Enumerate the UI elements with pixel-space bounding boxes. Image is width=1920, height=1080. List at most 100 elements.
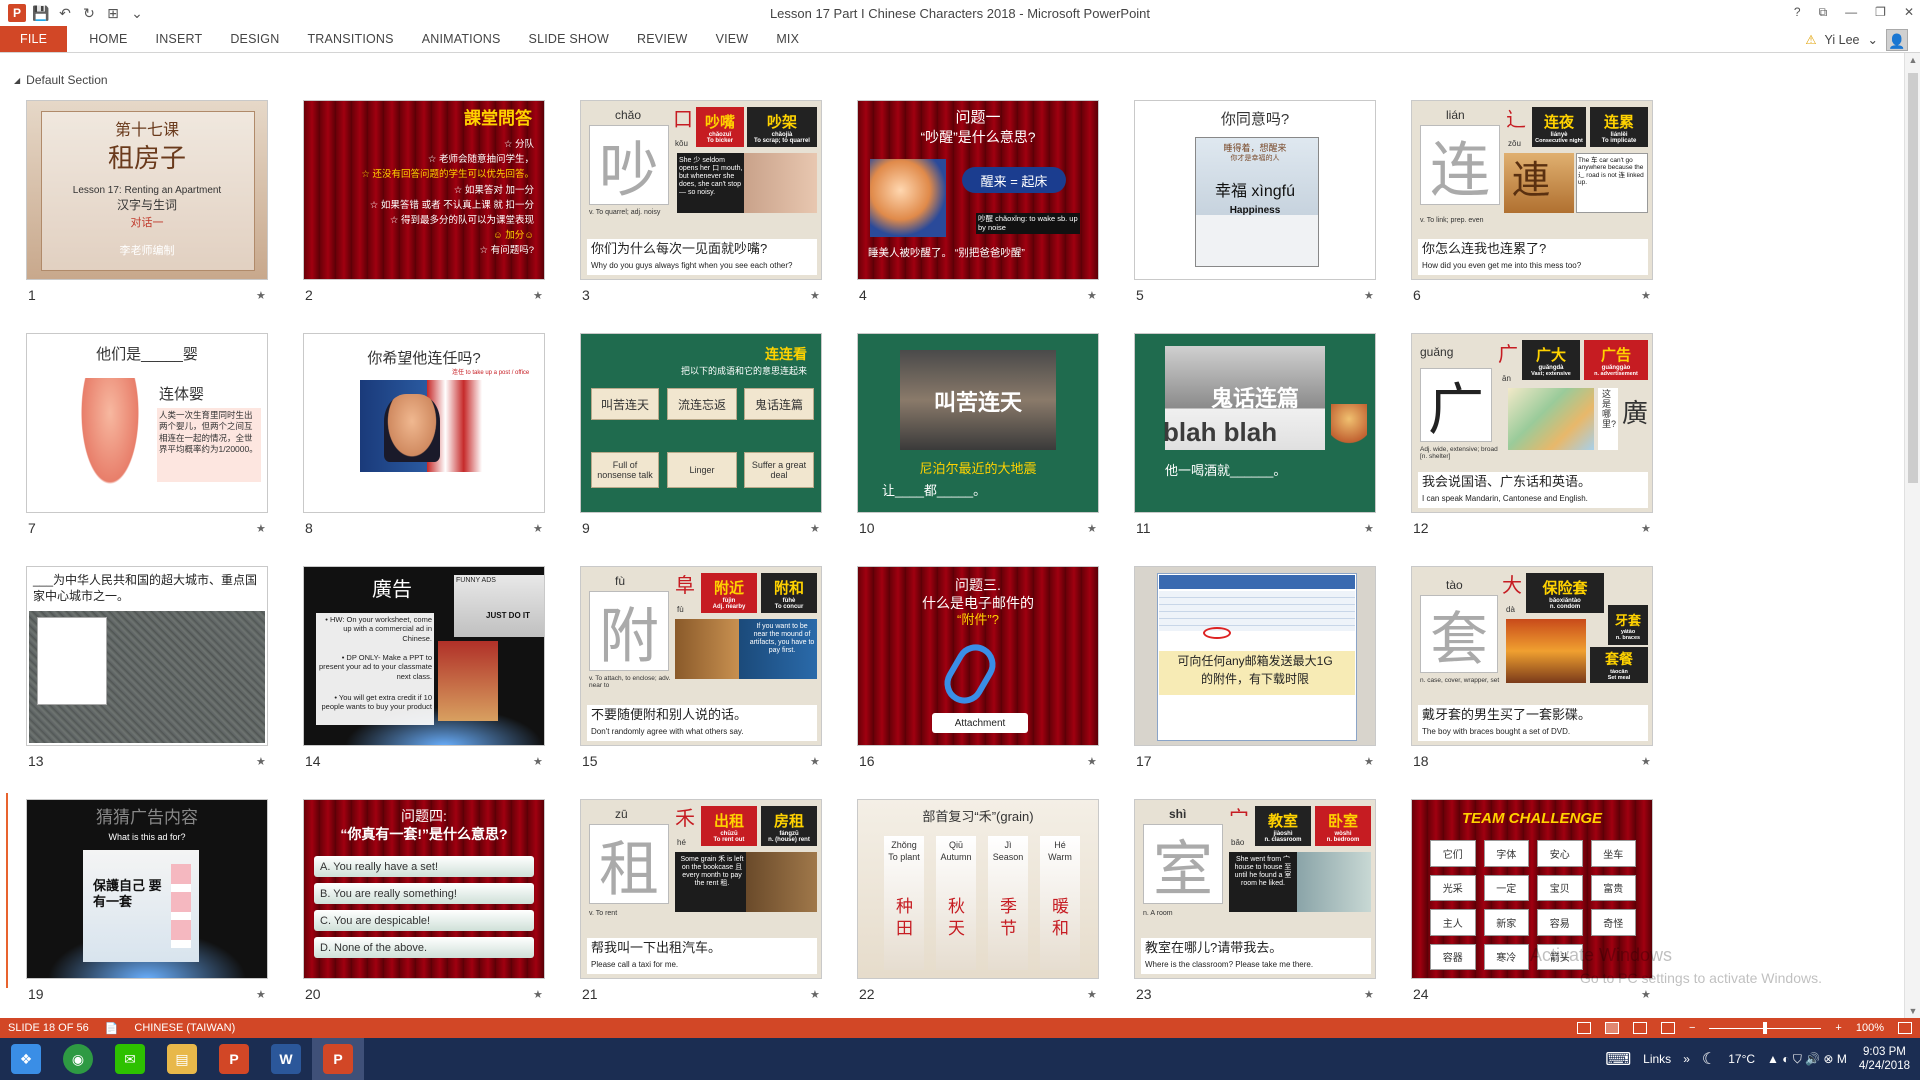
user-name[interactable]: Yi Lee	[1825, 33, 1860, 47]
clock[interactable]: 9:03 PM 4/24/2018	[1859, 1045, 1910, 1074]
star-icon[interactable]: ★	[256, 522, 266, 535]
star-icon[interactable]: ★	[1087, 755, 1097, 768]
chevron-right-icon[interactable]: »	[1683, 1052, 1690, 1066]
links-toolbar[interactable]: Links	[1643, 1052, 1671, 1066]
zoom-out-button[interactable]: −	[1689, 1022, 1695, 1034]
wechat-icon[interactable]: ✉	[115, 1044, 145, 1074]
star-icon[interactable]: ★	[1641, 289, 1651, 302]
star-icon[interactable]: ★	[1641, 988, 1651, 1001]
zoom-level[interactable]: 100%	[1856, 1022, 1884, 1034]
star-icon[interactable]: ★	[1364, 988, 1374, 1001]
taskbar-explorer[interactable]: ▤	[156, 1038, 208, 1080]
collapse-section-icon[interactable]: ◢	[14, 76, 20, 85]
save-icon[interactable]: 💾	[32, 4, 50, 22]
help-icon[interactable]: ?	[1794, 5, 1801, 19]
slide-thumbnail-22[interactable]: 部首复习“禾”(grain) Zhǒng To plant 种田 Qiū Aut…	[857, 799, 1099, 979]
slide-thumbnail-14[interactable]: 廣告 FUNNY ADS JUST DO IT • HW: On your wo…	[303, 566, 545, 746]
star-icon[interactable]: ★	[1087, 522, 1097, 535]
slide-thumbnail-6[interactable]: lián 连 辶 zǒu 连夜 liányè Consecutive night 连…	[1411, 100, 1653, 280]
slide-thumbnail-4[interactable]: 问题一 “吵醒”是什么意思? 醒来 = 起床 吵醒 chǎoxǐng: to w…	[857, 100, 1099, 280]
slide-show-view-icon[interactable]	[1660, 1022, 1675, 1034]
scroll-down-icon[interactable]: ▼	[1905, 1006, 1920, 1016]
slide-thumbnail-8[interactable]: 你希望他连任吗? 连任 to take up a post / office	[303, 333, 545, 513]
zoom-slider[interactable]	[1709, 1021, 1822, 1034]
slide-thumbnail-9[interactable]: 连连看 把以下的成语和它的意思连起来 叫苦连天 流连忘返 鬼话连篇 Full o…	[580, 333, 822, 513]
slide-thumbnail-2[interactable]: 課堂問答 ☆ 分队 ☆ 老师会随意抽问学生， ☆ 还没有回答问题的学生可以优先回…	[303, 100, 545, 280]
start-presentation-icon[interactable]: ⊞	[104, 4, 122, 22]
slide-thumbnail-21[interactable]: zū 租 禾 hé 出租 chūzū To rent out 房租 fángzū n. …	[580, 799, 822, 979]
slide-thumbnail-15[interactable]: fù 附 阜 fù 附近 fùjìn Adj. nearby 附和 fùhè To co…	[580, 566, 822, 746]
tab-home[interactable]: HOME	[75, 26, 141, 52]
chevron-down-icon[interactable]: ⌄	[1868, 32, 1878, 47]
start-icon[interactable]: ❖	[11, 1044, 41, 1074]
star-icon[interactable]: ★	[256, 988, 266, 1001]
undo-icon[interactable]: ↶	[56, 4, 74, 22]
language-indicator[interactable]: CHINESE (TAIWAN)	[126, 1022, 243, 1034]
taskbar-chrome[interactable]: ◉	[52, 1038, 104, 1080]
tab-file[interactable]: FILE	[0, 26, 68, 52]
file-explorer-icon[interactable]: ▤	[167, 1044, 197, 1074]
slide-thumbnail-3[interactable]: chǎo 吵 口 kǒu 吵嘴 chǎozuǐ To bicker 吵架 chǎoji…	[580, 100, 822, 280]
notes-language-icon[interactable]: 📄	[97, 1022, 127, 1035]
zoom-in-button[interactable]: +	[1835, 1022, 1841, 1034]
vertical-scrollbar[interactable]: ▲ ▼	[1904, 53, 1920, 1018]
slide-thumbnail-23[interactable]: shì 室 宀 bǎo 教室 jiàoshì n. classroom 卧室 wòsh…	[1134, 799, 1376, 979]
taskbar-start[interactable]: ❖	[0, 1038, 52, 1080]
chrome-icon[interactable]: ◉	[63, 1044, 93, 1074]
keyboard-icon[interactable]: ⌨	[1605, 1049, 1631, 1070]
minimize-button[interactable]: —	[1845, 5, 1857, 19]
star-icon[interactable]: ★	[1641, 755, 1651, 768]
tab-view[interactable]: VIEW	[702, 26, 763, 52]
taskbar-word[interactable]: W	[260, 1038, 312, 1080]
taskbar-wechat[interactable]: ✉	[104, 1038, 156, 1080]
slide-thumbnail-12[interactable]: guǎng 广 广 ān 广大 guǎngdà Vast; extensive 广告…	[1411, 333, 1653, 513]
taskbar-powerpoint-1[interactable]: P	[208, 1038, 260, 1080]
tab-review[interactable]: REVIEW	[623, 26, 702, 52]
star-icon[interactable]: ★	[1087, 988, 1097, 1001]
star-icon[interactable]: ★	[533, 988, 543, 1001]
powerpoint-icon[interactable]: P	[219, 1044, 249, 1074]
star-icon[interactable]: ★	[256, 755, 266, 768]
slide-thumbnail-1[interactable]: 第十七课 租房子 Lesson 17: Renting an Apartment…	[26, 100, 268, 280]
ribbon-display-icon[interactable]: ⧉	[1819, 5, 1828, 20]
slide-thumbnail-10[interactable]: 叫苦连天 尼泊尔最近的大地震 让____都_____。	[857, 333, 1099, 513]
normal-view-icon[interactable]	[1576, 1022, 1591, 1034]
star-icon[interactable]: ★	[1641, 522, 1651, 535]
reading-view-icon[interactable]	[1632, 1022, 1647, 1034]
slide-sorter-view-icon[interactable]	[1604, 1022, 1619, 1034]
redo-icon[interactable]: ↻	[80, 4, 98, 22]
star-icon[interactable]: ★	[810, 522, 820, 535]
taskbar-powerpoint-2[interactable]: P	[312, 1038, 364, 1080]
slide-thumbnail-16[interactable]: 问题三. 什么是电子邮件的 “附件”? Attachment	[857, 566, 1099, 746]
tab-mix[interactable]: MIX	[762, 26, 813, 52]
tray-icons[interactable]: ▲ ◐ ⛉ 🔊 ⊗ M	[1767, 1052, 1847, 1067]
powerpoint-icon[interactable]: P	[323, 1044, 353, 1074]
tab-slide-show[interactable]: SLIDE SHOW	[515, 26, 624, 52]
slide-thumbnail-17[interactable]: 可向任何any邮箱发送最大1G 的附件，有下载时限	[1134, 566, 1376, 746]
star-icon[interactable]: ★	[1087, 289, 1097, 302]
star-icon[interactable]: ★	[256, 289, 266, 302]
slide-thumbnail-18[interactable]: tào 套 大 dà 保险套 bǎoxiǎntào n. condom 牙套 yátà…	[1411, 566, 1653, 746]
star-icon[interactable]: ★	[533, 522, 543, 535]
close-button[interactable]: ✕	[1904, 5, 1914, 19]
slide-thumbnail-5[interactable]: 你同意吗? 睡得着，想醒来 你才是幸福的人 幸福 xìngfú Happines…	[1134, 100, 1376, 280]
maximize-button[interactable]: ❐	[1875, 5, 1886, 19]
word-icon[interactable]: W	[271, 1044, 301, 1074]
weather-temperature[interactable]: 17°C	[1728, 1052, 1755, 1066]
star-icon[interactable]: ★	[1364, 289, 1374, 302]
tab-design[interactable]: DESIGN	[216, 26, 293, 52]
powerpoint-app-icon[interactable]: P	[8, 4, 26, 22]
slide-thumbnail-19[interactable]: 猜猜广告内容 What is this ad for? 保護自己 要有一套	[26, 799, 268, 979]
zoom-slider-thumb[interactable]	[1763, 1021, 1768, 1034]
star-icon[interactable]: ★	[810, 988, 820, 1001]
customize-qat-icon[interactable]: ⌄	[128, 4, 146, 22]
fit-to-window-icon[interactable]	[1898, 1022, 1912, 1034]
slide-thumbnail-20[interactable]: 问题四: “你真有一套!”是什么意思? A. You really have a…	[303, 799, 545, 979]
scroll-up-icon[interactable]: ▲	[1905, 55, 1920, 65]
slide-thumbnail-11[interactable]: blah blah 鬼话连篇 他一喝酒就______。	[1134, 333, 1376, 513]
star-icon[interactable]: ★	[1364, 522, 1374, 535]
section-header[interactable]: ◢ Default Section	[14, 73, 108, 87]
tab-insert[interactable]: INSERT	[142, 26, 217, 52]
tab-transitions[interactable]: TRANSITIONS	[293, 26, 407, 52]
scrollbar-thumb[interactable]	[1908, 73, 1918, 483]
